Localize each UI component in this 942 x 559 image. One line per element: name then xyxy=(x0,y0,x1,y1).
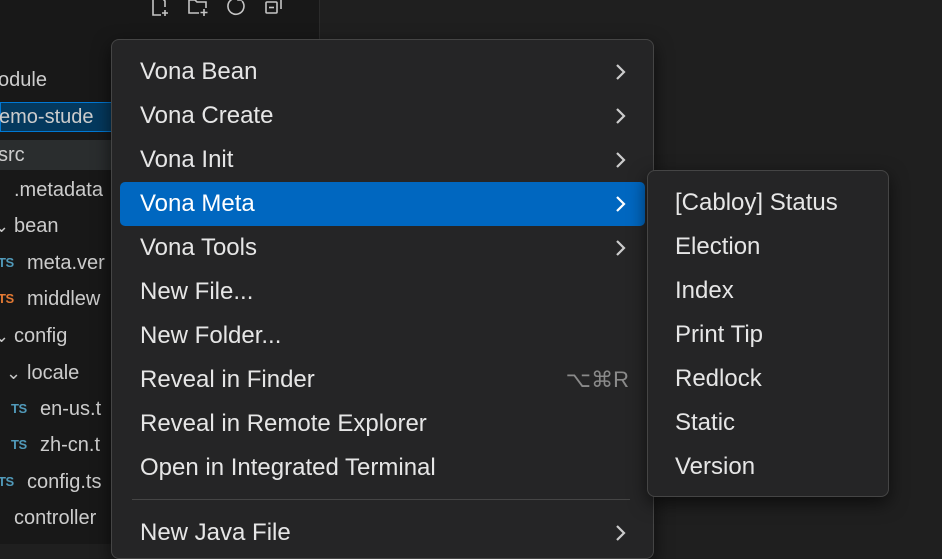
menu-item-label: Vona Init xyxy=(140,146,234,173)
chevron-down-icon: ⌄ xyxy=(0,216,10,236)
submenu-item-label: Print Tip xyxy=(675,321,764,348)
chevron-right-icon xyxy=(616,152,626,168)
menu-item-label: New Folder... xyxy=(140,322,282,349)
menu-separator xyxy=(132,499,630,500)
typescript-file-icon: TS xyxy=(0,255,14,270)
tree-item-label: en-us.t xyxy=(40,398,102,420)
submenu-item-static[interactable]: Static xyxy=(648,401,888,445)
keyboard-shortcut: ⌥⌘R xyxy=(565,367,629,392)
menu-item-label: New Java File xyxy=(140,519,291,546)
typescript-file-icon: TS xyxy=(11,401,27,416)
menu-item-reveal-in-remote-explorer[interactable]: Reveal in Remote Explorer xyxy=(120,402,645,446)
chevron-right-icon xyxy=(616,525,626,541)
tree-item-label: src xyxy=(0,144,25,166)
tree-item-label: middlew xyxy=(27,288,101,310)
menu-item-reveal-in-finder[interactable]: Reveal in Finder ⌥⌘R xyxy=(120,358,645,402)
tree-item-label: .metadata xyxy=(14,179,103,201)
submenu-item-election[interactable]: Election xyxy=(648,225,888,269)
typescript-file-icon: TS xyxy=(0,291,14,306)
menu-item-label: New File... xyxy=(140,278,254,305)
collapse-all-icon[interactable] xyxy=(262,0,286,18)
submenu-item-label: Version xyxy=(675,453,756,480)
tree-item-label: bean xyxy=(14,215,59,237)
submenu-item-index[interactable]: Index xyxy=(648,269,888,313)
menu-item-label: Reveal in Remote Explorer xyxy=(140,410,427,437)
menu-item-vona-tools[interactable]: Vona Tools xyxy=(120,226,645,270)
chevron-down-icon: ⌄ xyxy=(6,363,22,383)
tree-item-label: locale xyxy=(27,362,80,384)
tree-item-label: emo-stude xyxy=(0,106,94,128)
submenu-item-version[interactable]: Version xyxy=(648,445,888,489)
chevron-right-icon: › xyxy=(0,503,8,533)
menu-item-label: Vona Create xyxy=(140,102,274,129)
tree-item-label: config xyxy=(14,325,68,347)
tree-item-label: odule xyxy=(0,69,47,91)
submenu-item-label: Static xyxy=(675,409,736,436)
menu-item-label: Vona Meta xyxy=(140,190,255,217)
submenu-item-print-tip[interactable]: Print Tip xyxy=(648,313,888,357)
menu-item-label: Open in Integrated Terminal xyxy=(140,454,436,481)
vona-meta-submenu: [Cabloy] Status Election Index Print Tip… xyxy=(647,170,889,497)
tree-item-label: meta.ver xyxy=(27,252,105,274)
menu-item-vona-create[interactable]: Vona Create xyxy=(120,94,645,138)
submenu-item-label: Index xyxy=(675,277,734,304)
menu-item-new-file[interactable]: New File... xyxy=(120,270,645,314)
typescript-file-icon: TS xyxy=(11,437,27,452)
context-menu: Vona Bean Vona Create Vona Init Vona Met… xyxy=(111,39,654,559)
submenu-item-redlock[interactable]: Redlock xyxy=(648,357,888,401)
tree-item-label: controller xyxy=(14,507,97,529)
chevron-right-icon xyxy=(616,196,626,212)
chevron-right-icon xyxy=(616,240,626,256)
submenu-item-cabloy-status[interactable]: [Cabloy] Status xyxy=(648,181,888,225)
refresh-icon[interactable] xyxy=(224,0,248,18)
tree-item-label: config.ts xyxy=(27,471,102,493)
new-file-icon[interactable] xyxy=(148,0,172,18)
tree-item-label: zh-cn.t xyxy=(40,434,101,456)
new-folder-icon[interactable] xyxy=(186,0,210,18)
menu-item-new-folder[interactable]: New Folder... xyxy=(120,314,645,358)
menu-item-open-in-integrated-terminal[interactable]: Open in Integrated Terminal xyxy=(120,446,645,490)
submenu-item-label: Election xyxy=(675,233,761,260)
menu-item-label: Vona Bean xyxy=(140,58,258,85)
chevron-right-icon xyxy=(616,108,626,124)
menu-item-vona-bean[interactable]: Vona Bean xyxy=(120,50,645,94)
submenu-item-label: Redlock xyxy=(675,365,762,392)
chevron-right-icon xyxy=(616,64,626,80)
menu-item-vona-init[interactable]: Vona Init xyxy=(120,138,645,182)
chevron-down-icon: ⌄ xyxy=(0,326,10,346)
explorer-toolbar xyxy=(148,0,286,20)
menu-item-label: Reveal in Finder xyxy=(140,366,315,393)
menu-item-new-java-file[interactable]: New Java File xyxy=(120,511,645,555)
menu-item-vona-meta[interactable]: Vona Meta xyxy=(120,182,645,226)
typescript-file-icon: TS xyxy=(0,474,14,489)
submenu-item-label: [Cabloy] Status xyxy=(675,189,838,216)
menu-item-label: Vona Tools xyxy=(140,234,257,261)
